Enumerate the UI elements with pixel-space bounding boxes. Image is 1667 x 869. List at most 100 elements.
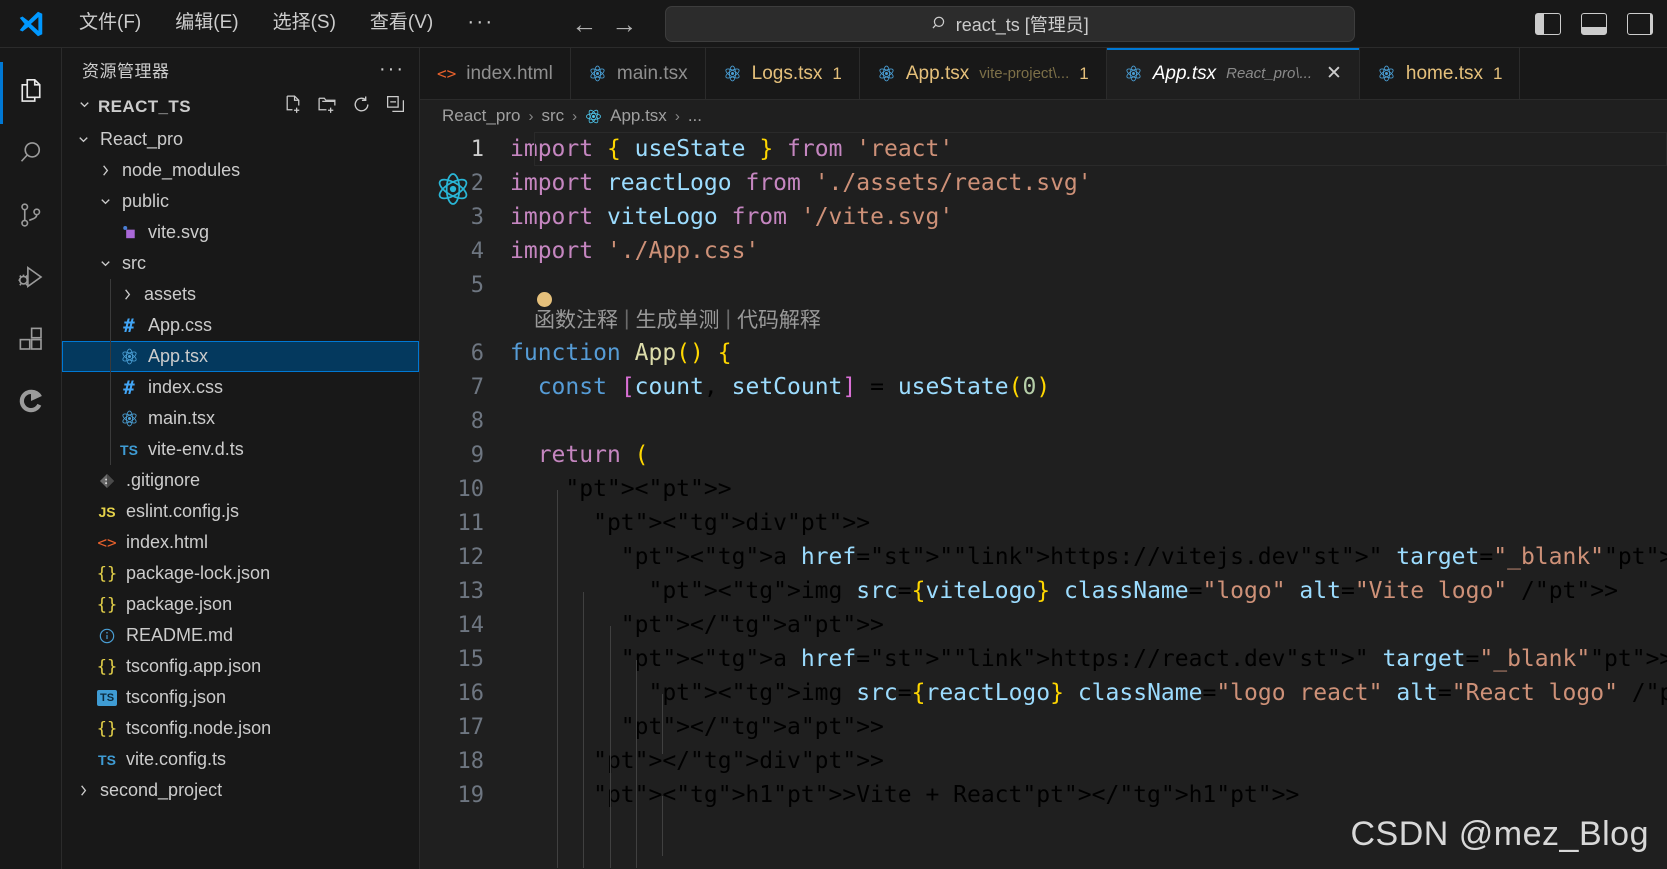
code-line-9: 9 return ( xyxy=(420,438,1667,472)
code-line-18: 18 "pt"></"tg">div"pt">> xyxy=(420,744,1667,778)
code-line-19: 19 "pt"><"tg">h1"pt">>Vite + React"pt"><… xyxy=(420,778,1667,812)
json-file-icon: {} xyxy=(96,656,118,677)
activity-search[interactable] xyxy=(0,124,62,186)
breadcrumb-item-3[interactable]: ... xyxy=(688,106,702,126)
editor-tab-bar: <> index.html main.tsx Logs.tsx 1 App.tsx vite… xyxy=(420,48,1667,100)
go-forward-icon[interactable]: → xyxy=(611,11,637,37)
indent-guide xyxy=(662,694,663,754)
editor-tab-main-tsx[interactable]: main.tsx xyxy=(570,48,706,99)
command-center[interactable]: react_ts [管理员] xyxy=(665,5,1356,42)
tree-item-vite-svg[interactable]: vite.svg xyxy=(62,217,419,248)
tsconfig-file-icon: TS xyxy=(94,689,120,706)
codelens-action-2[interactable]: 代码解释 xyxy=(737,304,821,334)
tree-item-label: React_pro xyxy=(100,129,184,149)
menu-view[interactable]: 查看(V) xyxy=(353,8,450,39)
run-and-debug-icon xyxy=(16,262,46,297)
workspace-root-row[interactable]: REACT_TS xyxy=(62,90,419,124)
chevron-down-icon xyxy=(72,132,94,147)
tree-item-react-pro[interactable]: React_pro xyxy=(62,124,419,155)
codelens-action-1[interactable]: 生成单测 xyxy=(635,304,719,334)
code-line-17: 17 "pt"></"tg">a"pt">> xyxy=(420,710,1667,744)
line-number: 8 xyxy=(470,408,484,434)
lightbulb-hint-icon[interactable] xyxy=(537,292,552,307)
breadcrumb-item-0[interactable]: React_pro xyxy=(442,106,520,126)
menu-selection[interactable]: 选择(S) xyxy=(256,8,353,39)
tree-item-vite-config-ts[interactable]: TS vite.config.ts xyxy=(62,744,419,775)
code-line-text: "pt"><"tg">h1"pt">>Vite + React"pt"></"t… xyxy=(593,782,1300,808)
chevron-right-icon xyxy=(72,783,94,798)
tree-item-src[interactable]: src xyxy=(62,248,419,279)
toggle-secondary-sidebar-icon[interactable] xyxy=(1627,13,1653,35)
tab-label: Logs.tsx xyxy=(751,62,823,84)
tree-item-app-tsx[interactable]: App.tsx xyxy=(62,341,419,372)
chevron-right-icon xyxy=(116,287,138,302)
react-file-icon xyxy=(585,108,602,125)
svg-file-icon xyxy=(116,223,142,242)
collapse-all-icon[interactable] xyxy=(385,94,406,120)
tree-item-tsconfig-app-json[interactable]: {} tsconfig.app.json xyxy=(62,651,419,682)
go-back-icon[interactable]: ← xyxy=(571,11,597,37)
toggle-panel-icon[interactable] xyxy=(1581,13,1607,35)
code-line-text: "pt"></"tg">a"pt">> xyxy=(620,612,884,638)
tree-item-public[interactable]: public xyxy=(62,186,419,217)
breadcrumb-item-1[interactable]: src xyxy=(541,106,564,126)
tree-item-label: src xyxy=(122,253,146,273)
tree-item-index-css[interactable]: # index.css xyxy=(62,372,419,403)
toggle-primary-sidebar-icon[interactable] xyxy=(1535,13,1561,35)
tree-item-label: tsconfig.node.json xyxy=(126,718,272,738)
close-icon[interactable]: ✕ xyxy=(1326,62,1342,85)
menu-more[interactable]: ··· xyxy=(450,9,511,38)
current-line-highlight xyxy=(534,132,1667,166)
tree-item-eslint-config-js[interactable]: JS eslint.config.js xyxy=(62,496,419,527)
menu-edit[interactable]: 编辑(E) xyxy=(158,8,255,39)
activity-extensions[interactable] xyxy=(0,310,62,372)
tree-item-app-css[interactable]: # App.css xyxy=(62,310,419,341)
line-number: 19 xyxy=(457,782,485,808)
html-file-icon: <> xyxy=(437,64,457,83)
line-number: 4 xyxy=(470,238,484,264)
code-line-text: "pt"></"tg">div"pt">> xyxy=(593,748,884,774)
activity-source-control[interactable] xyxy=(0,186,62,248)
ts-file-icon: TS xyxy=(98,751,116,768)
tree-item-readme-md[interactable]: README.md xyxy=(62,620,419,651)
codelens-separator: | xyxy=(725,307,731,330)
tree-item-index-html[interactable]: <> index.html xyxy=(62,527,419,558)
tree-item-tsconfig-json[interactable]: TS tsconfig.json xyxy=(62,682,419,713)
indent-guide xyxy=(110,310,111,341)
tree-item-gitignore[interactable]: .gitignore xyxy=(62,465,419,496)
tree-item-vite-env-d-ts[interactable]: TS vite-env.d.ts xyxy=(62,434,419,465)
line-number: 18 xyxy=(457,748,485,774)
tree-item-package-json[interactable]: {} package.json xyxy=(62,589,419,620)
codelens-action-0[interactable]: 函数注释 xyxy=(534,304,618,334)
editor-tab-logs-tsx[interactable]: Logs.tsx 1 xyxy=(705,48,860,99)
activity-bar xyxy=(0,48,62,869)
tree-item-assets[interactable]: assets xyxy=(62,279,419,310)
code-editor[interactable]: 1 import { useState } from 'react' 2 import… xyxy=(420,132,1667,868)
tree-item-package-lock-json[interactable]: {} package-lock.json xyxy=(62,558,419,589)
line-number: 11 xyxy=(457,510,485,536)
menu-file[interactable]: 文件(F) xyxy=(62,8,158,39)
tree-item-label: README.md xyxy=(126,625,234,645)
indent-guide xyxy=(110,372,111,403)
refresh-icon[interactable] xyxy=(351,94,372,120)
editor-tab-app-tsx[interactable]: App.tsx vite-project\... 1 xyxy=(859,48,1107,99)
activity-explorer[interactable] xyxy=(0,62,62,124)
breadcrumb-item-2[interactable]: App.tsx xyxy=(610,106,667,126)
editor-tab-index-html[interactable]: <> index.html xyxy=(420,48,571,99)
code-line-text: "pt"><"tg">img src={reactLogo} className… xyxy=(648,680,1667,706)
activity-run-debug[interactable] xyxy=(0,248,62,310)
explorer-more-actions-icon[interactable]: ··· xyxy=(379,59,405,79)
search-icon xyxy=(16,138,46,173)
editor-tab-app-tsx[interactable]: App.tsx React_pro\... ✕ xyxy=(1106,48,1360,99)
tree-item-node-modules[interactable]: node_modules xyxy=(62,155,419,186)
line-number: 15 xyxy=(457,646,485,672)
code-line-text: import reactLogo from './assets/react.sv… xyxy=(510,170,1092,196)
tree-item-second-project[interactable]: second_project xyxy=(62,775,419,806)
editor-tab-home-tsx[interactable]: home.tsx 1 xyxy=(1359,48,1521,99)
tree-item-main-tsx[interactable]: main.tsx xyxy=(62,403,419,434)
activity-copilot[interactable] xyxy=(0,372,62,434)
file-tree: React_pro node_modules public vite.svg src as… xyxy=(62,124,419,806)
new-file-icon[interactable] xyxy=(283,94,304,120)
new-folder-icon[interactable] xyxy=(317,94,338,120)
tree-item-tsconfig-node-json[interactable]: {} tsconfig.node.json xyxy=(62,713,419,744)
